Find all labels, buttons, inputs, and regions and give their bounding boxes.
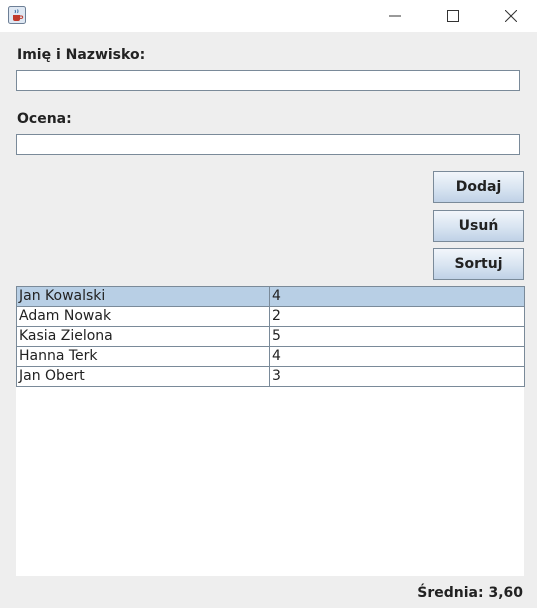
grade-label: Ocena: bbox=[17, 111, 72, 127]
student-grade-cell[interactable]: 4 bbox=[269, 346, 525, 367]
java-cup-icon[interactable] bbox=[8, 6, 26, 24]
student-name-cell[interactable]: Jan Obert bbox=[16, 366, 270, 387]
student-grade-cell[interactable]: 4 bbox=[269, 286, 525, 307]
average-label: Średnia: 3,60 bbox=[417, 585, 523, 601]
student-grade-cell[interactable]: 2 bbox=[269, 306, 525, 327]
maximize-button[interactable] bbox=[430, 0, 476, 32]
sort-button[interactable]: Sortuj bbox=[433, 248, 524, 280]
name-label: Imię i Nazwisko: bbox=[17, 47, 146, 63]
remove-button[interactable]: Usuń bbox=[433, 210, 524, 242]
name-input[interactable] bbox=[16, 70, 520, 91]
student-grade-cell[interactable]: 3 bbox=[269, 366, 525, 387]
table-row[interactable]: Jan Obert 3 bbox=[16, 366, 525, 387]
students-grid: Jan Kowalski 4 Adam Nowak 2 Kasia Zielon… bbox=[16, 286, 525, 387]
close-button[interactable] bbox=[488, 0, 534, 32]
close-icon bbox=[505, 10, 517, 22]
students-table[interactable]: Jan Kowalski 4 Adam Nowak 2 Kasia Zielon… bbox=[16, 286, 525, 576]
minimize-icon bbox=[389, 15, 401, 17]
grade-input[interactable] bbox=[16, 134, 520, 155]
student-name-cell[interactable]: Kasia Zielona bbox=[16, 326, 270, 347]
table-row[interactable]: Hanna Terk 4 bbox=[16, 346, 525, 367]
student-name-cell[interactable]: Jan Kowalski bbox=[16, 286, 270, 307]
minimize-button[interactable] bbox=[372, 0, 418, 32]
maximize-icon bbox=[447, 10, 459, 22]
table-row[interactable]: Adam Nowak 2 bbox=[16, 306, 525, 327]
add-button[interactable]: Dodaj bbox=[433, 171, 524, 203]
title-bar bbox=[0, 0, 537, 32]
student-grade-cell[interactable]: 5 bbox=[269, 326, 525, 347]
student-name-cell[interactable]: Hanna Terk bbox=[16, 346, 270, 367]
table-row[interactable]: Kasia Zielona 5 bbox=[16, 326, 525, 347]
table-row[interactable]: Jan Kowalski 4 bbox=[16, 286, 525, 307]
student-name-cell[interactable]: Adam Nowak bbox=[16, 306, 270, 327]
